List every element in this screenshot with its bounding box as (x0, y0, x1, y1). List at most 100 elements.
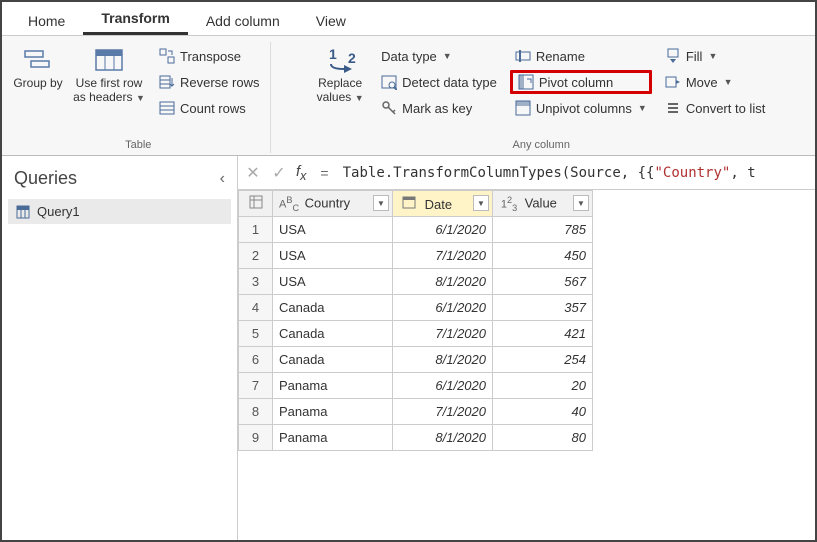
replace-values-button[interactable]: 12 Replace values ▼ (310, 42, 370, 109)
table-row[interactable]: 9Panama8/1/202080 (239, 425, 593, 451)
cell-value[interactable]: 254 (493, 347, 593, 373)
query-item-label: Query1 (37, 204, 80, 219)
tab-view[interactable]: View (298, 5, 364, 35)
table-row[interactable]: 1USA6/1/2020785 (239, 217, 593, 243)
cell-value[interactable]: 450 (493, 243, 593, 269)
chevron-down-icon: ▼ (724, 77, 733, 87)
ribbon-tabs: Home Transform Add column View (2, 2, 815, 36)
cell-value[interactable]: 785 (493, 217, 593, 243)
cell-value[interactable]: 357 (493, 295, 593, 321)
tab-transform[interactable]: Transform (83, 2, 187, 35)
cell-country[interactable]: USA (273, 217, 393, 243)
filter-button[interactable]: ▼ (573, 195, 589, 211)
use-first-row-headers-button[interactable]: Use first row as headers ▼ (70, 42, 148, 109)
cell-date[interactable]: 8/1/2020 (393, 347, 493, 373)
row-number[interactable]: 5 (239, 321, 273, 347)
cell-country[interactable]: USA (273, 269, 393, 295)
cell-country[interactable]: Canada (273, 295, 393, 321)
table-corner[interactable] (239, 191, 273, 217)
row-number[interactable]: 1 (239, 217, 273, 243)
table-row[interactable]: 6Canada8/1/2020254 (239, 347, 593, 373)
reverse-rows-button[interactable]: Reverse rows (154, 70, 264, 94)
fill-icon (665, 48, 681, 64)
unpivot-columns-button[interactable]: Unpivot columns ▼ (510, 96, 652, 120)
table-row[interactable]: 7Panama6/1/202020 (239, 373, 593, 399)
count-rows-button[interactable]: Count rows (154, 96, 264, 120)
tab-add-column[interactable]: Add column (188, 5, 298, 35)
row-number[interactable]: 4 (239, 295, 273, 321)
cell-value[interactable]: 80 (493, 425, 593, 451)
cell-country[interactable]: USA (273, 243, 393, 269)
number-type-icon: 123 (499, 195, 519, 213)
transpose-button[interactable]: Transpose (154, 44, 264, 68)
reverse-rows-label: Reverse rows (180, 75, 259, 90)
rename-button[interactable]: Rename (510, 44, 652, 68)
column-header-value[interactable]: 123 Value ▼ (493, 191, 593, 217)
query-item[interactable]: Query1 (8, 199, 231, 224)
cell-date[interactable]: 6/1/2020 (393, 295, 493, 321)
mark-as-key-label: Mark as key (402, 101, 472, 116)
queries-pane: Queries ‹ Query1 (2, 156, 238, 540)
row-number[interactable]: 6 (239, 347, 273, 373)
transpose-icon (159, 48, 175, 64)
data-type-button[interactable]: Data type ▼ (376, 44, 502, 68)
collapse-pane-button[interactable]: ‹ (220, 170, 225, 188)
date-type-icon (399, 195, 419, 212)
table-row[interactable]: 3USA8/1/2020567 (239, 269, 593, 295)
filter-button[interactable]: ▼ (373, 195, 389, 211)
text-type-icon: ABC (279, 195, 299, 213)
cell-date[interactable]: 6/1/2020 (393, 373, 493, 399)
group-by-button[interactable]: Group by (10, 42, 66, 95)
cell-country[interactable]: Canada (273, 347, 393, 373)
commit-formula-button[interactable]: ✓ (270, 163, 288, 183)
ribbon-group-table-label: Table (10, 137, 266, 153)
fill-button[interactable]: Fill ▼ (660, 44, 770, 68)
fill-label: Fill (686, 49, 703, 64)
pivot-column-button[interactable]: Pivot column (510, 70, 652, 94)
table-row[interactable]: 8Panama7/1/202040 (239, 399, 593, 425)
cell-date[interactable]: 7/1/2020 (393, 399, 493, 425)
move-icon (665, 74, 681, 90)
cell-value[interactable]: 20 (493, 373, 593, 399)
cell-date[interactable]: 7/1/2020 (393, 243, 493, 269)
mark-as-key-button[interactable]: Mark as key (376, 96, 502, 120)
cell-value[interactable]: 40 (493, 399, 593, 425)
convert-to-list-label: Convert to list (686, 101, 765, 116)
group-by-label: Group by (13, 77, 62, 91)
table-row[interactable]: 4Canada6/1/2020357 (239, 295, 593, 321)
cell-date[interactable]: 8/1/2020 (393, 269, 493, 295)
detect-data-type-button[interactable]: Detect data type (376, 70, 502, 94)
row-number[interactable]: 7 (239, 373, 273, 399)
first-row-headers-label: Use first row as headers (73, 76, 142, 104)
detect-data-type-icon (381, 74, 397, 90)
column-header-date[interactable]: Date ▼ (393, 191, 493, 217)
cell-date[interactable]: 7/1/2020 (393, 321, 493, 347)
ribbon: Group by Use first row as headers ▼ Tran… (2, 36, 815, 156)
row-number[interactable]: 3 (239, 269, 273, 295)
convert-to-list-icon (665, 100, 681, 116)
row-number[interactable]: 9 (239, 425, 273, 451)
table-row[interactable]: 2USA7/1/2020450 (239, 243, 593, 269)
filter-button[interactable]: ▼ (473, 195, 489, 211)
cell-country[interactable]: Panama (273, 399, 393, 425)
row-number[interactable]: 8 (239, 399, 273, 425)
cell-date[interactable]: 8/1/2020 (393, 425, 493, 451)
cell-value[interactable]: 421 (493, 321, 593, 347)
data-grid: ABC Country ▼ Date ▼ 123 (238, 190, 815, 451)
formula-text[interactable]: Table.TransformColumnTypes(Source, {{"Co… (343, 165, 756, 181)
row-number[interactable]: 2 (239, 243, 273, 269)
table-headers-icon (93, 46, 125, 74)
cell-date[interactable]: 6/1/2020 (393, 217, 493, 243)
cell-country[interactable]: Panama (273, 373, 393, 399)
reverse-rows-icon (159, 74, 175, 90)
cancel-formula-button[interactable]: ✕ (244, 163, 262, 183)
convert-to-list-button[interactable]: Convert to list (660, 96, 770, 120)
rename-label: Rename (536, 49, 585, 64)
tab-home[interactable]: Home (10, 5, 83, 35)
cell-country[interactable]: Canada (273, 321, 393, 347)
table-row[interactable]: 5Canada7/1/2020421 (239, 321, 593, 347)
column-header-country[interactable]: ABC Country ▼ (273, 191, 393, 217)
cell-value[interactable]: 567 (493, 269, 593, 295)
cell-country[interactable]: Panama (273, 425, 393, 451)
move-button[interactable]: Move ▼ (660, 70, 770, 94)
